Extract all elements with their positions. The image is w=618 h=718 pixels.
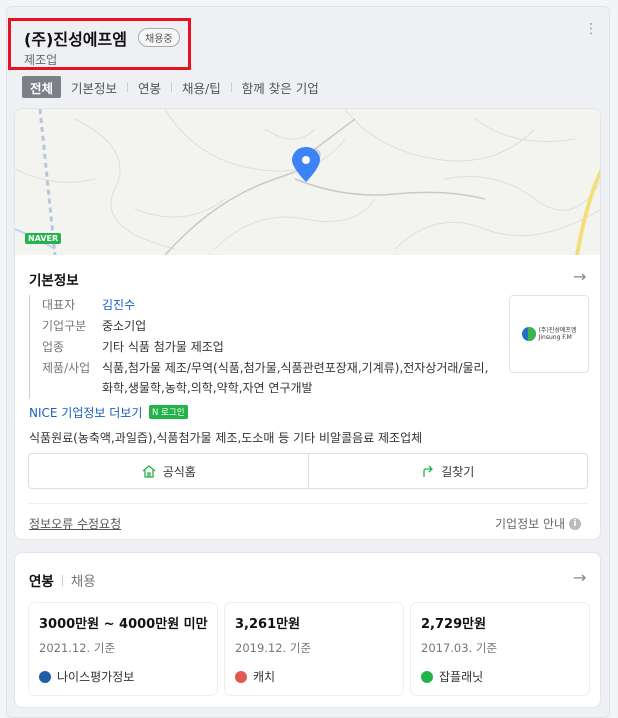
- logo-text-line1: (주)진성에프엠: [538, 327, 577, 334]
- salary-date: 2019.12. 기준: [235, 641, 312, 655]
- jobplanet-logo-icon: [421, 670, 433, 683]
- login-badge: N 로그인: [149, 405, 188, 419]
- ceo-name-link[interactable]: 김진수: [102, 295, 135, 315]
- info-row-industry: 업종 기타 식품 첨가물 제조업: [42, 337, 499, 357]
- info-key: 대표자: [42, 298, 76, 312]
- logo-emblem-icon: [521, 327, 536, 341]
- map-graphic: [15, 109, 600, 256]
- tab-hiring[interactable]: 채용: [71, 570, 96, 590]
- info-row-ceo: 대표자 김진수: [42, 295, 499, 315]
- tab-salary-active[interactable]: 연봉: [29, 570, 54, 590]
- tab-divider: [61, 574, 63, 586]
- company-description: 식품원료(농축액,과일즙),식품첨가물 제조,도소매 등 기타 비알콜음료 제조…: [29, 431, 423, 445]
- tab-basic-info[interactable]: 기본정보: [61, 76, 127, 98]
- nice-logo-icon: [39, 670, 51, 683]
- naver-logo: NAVER: [25, 233, 62, 244]
- home-icon: [142, 465, 156, 478]
- salary-date: 2021.12. 기준: [39, 641, 116, 655]
- tab-bar: 전체 기본정보 연봉 채용/팁 함께 찾은 기업: [22, 76, 329, 98]
- salary-item-jobplanet[interactable]: 2,729만원 2017.03. 기준 잡플래닛: [411, 603, 589, 695]
- info-icon: i: [569, 517, 582, 530]
- company-logo: (주)진성에프엠 Jinsung F.M: [509, 295, 589, 373]
- arrow-right-icon[interactable]: →: [573, 568, 586, 587]
- info-value: 식품,첨가물 제조/무역(식품,첨가물,식품관련포장재,기계류),전자상거래/물…: [102, 361, 489, 395]
- salary-item-catch[interactable]: 3,261만원 2019.12. 기준 캐치: [225, 603, 403, 695]
- logo-text-line2: Jinsung F.M: [538, 334, 572, 341]
- salary-amount: 3000만원 ~ 4000만원 미만: [39, 617, 208, 632]
- source-label: 나이스평가정보: [57, 670, 135, 684]
- salary-amount: 3,261만원: [235, 617, 301, 632]
- info-key: 제품/사업: [42, 361, 91, 375]
- info-table: 대표자 김진수 기업구분 중소기업 업종 기타 식품 첨가물 제조업 제품/사업…: [29, 295, 499, 399]
- info-key: 업종: [42, 340, 65, 354]
- salary-source: 캐치: [235, 668, 393, 685]
- section-title-basic-info: 기본정보: [29, 273, 79, 289]
- salary-amount: 2,729만원: [421, 617, 487, 632]
- company-logo-mark: (주)진성에프엠 Jinsung F.M: [521, 327, 577, 341]
- source-label: 캐치: [253, 670, 276, 684]
- logo-text: (주)진성에프엠 Jinsung F.M: [539, 327, 577, 341]
- location-map[interactable]: NAVER: [15, 109, 600, 256]
- directions-icon: [423, 465, 434, 477]
- salary-date: 2017.03. 기준: [421, 641, 498, 655]
- company-info-guide[interactable]: 기업정보 안내 i: [495, 515, 582, 532]
- action-buttons: 공식홈 길찾기: [28, 453, 588, 489]
- tab-related-companies[interactable]: 함께 찾은 기업: [232, 76, 329, 98]
- info-key: 기업구분: [42, 319, 87, 333]
- salary-card: 연봉 채용 → 3000만원 ~ 4000만원 미만 2021.12. 기준 나…: [14, 552, 601, 708]
- tab-hiring-tips[interactable]: 채용/팁: [172, 76, 231, 98]
- info-value: 중소기업: [102, 319, 147, 333]
- tab-all[interactable]: 전체: [22, 76, 62, 98]
- directions-button[interactable]: 길찾기: [307, 454, 588, 488]
- report-error-link[interactable]: 정보오류 수정요청: [29, 515, 121, 532]
- homepage-label: 공식홈: [162, 464, 196, 479]
- divider: [28, 503, 588, 504]
- tab-salary[interactable]: 연봉: [128, 76, 171, 98]
- source-label: 잡플래닛: [439, 670, 484, 684]
- nice-info-link[interactable]: NICE 기업정보 더보기: [29, 404, 142, 421]
- basic-info-card: NAVER 기본정보 → 대표자 김진수 기업구분 중소기업 업종 기타 식품 …: [14, 108, 601, 540]
- info-row-company-type: 기업구분 중소기업: [42, 316, 499, 336]
- salary-source: 나이스평가정보: [39, 668, 207, 685]
- info-value: 기타 식품 첨가물 제조업: [102, 340, 224, 354]
- catch-logo-icon: [235, 670, 247, 683]
- info-row-products: 제품/사업 식품,첨가물 제조/무역(식품,첨가물,식품관련포장재,기계류),전…: [42, 358, 499, 398]
- more-vertical-icon[interactable]: ⋮: [583, 22, 599, 44]
- salary-tabs: 연봉 채용: [29, 570, 96, 590]
- guide-label: 기업정보 안내: [495, 517, 566, 531]
- directions-label: 길찾기: [441, 464, 475, 479]
- salary-item-nice[interactable]: 3000만원 ~ 4000만원 미만 2021.12. 기준 나이스평가정보: [29, 603, 217, 695]
- arrow-right-icon[interactable]: →: [573, 267, 586, 286]
- salary-source: 잡플래닛: [421, 668, 579, 685]
- highlight-box: [8, 18, 191, 70]
- homepage-button[interactable]: 공식홈: [29, 454, 308, 488]
